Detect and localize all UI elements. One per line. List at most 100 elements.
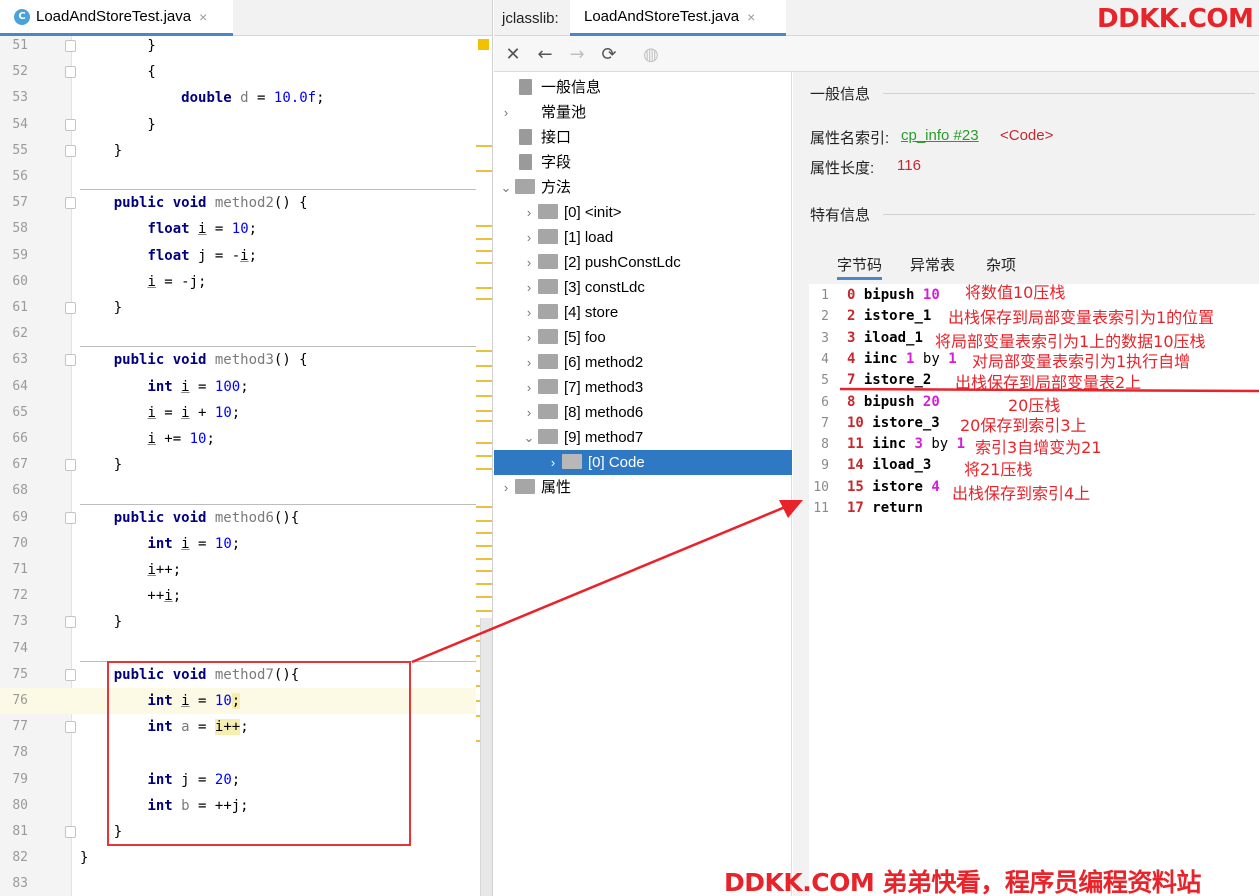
fold-marker-icon[interactable] bbox=[65, 144, 76, 157]
code-line[interactable]: 73 } bbox=[0, 609, 492, 635]
chevron-right-icon[interactable]: › bbox=[520, 350, 538, 375]
stripe-mark[interactable] bbox=[476, 532, 492, 534]
tab-bytecode[interactable]: 字节码 bbox=[837, 254, 883, 280]
chevron-right-icon[interactable]: › bbox=[520, 250, 538, 275]
chevron-right-icon[interactable]: › bbox=[520, 275, 538, 300]
stripe-mark[interactable] bbox=[476, 170, 492, 172]
chevron-right-icon[interactable]: › bbox=[497, 475, 515, 500]
jclasslib-tab-loadandstoretest[interactable]: LoadAndStoreTest.java × bbox=[570, 0, 786, 36]
bytecode-row[interactable]: 68 bipush 20 bbox=[809, 392, 940, 413]
refresh-icon[interactable]: ⟳ bbox=[598, 43, 620, 65]
bytecode-row[interactable]: 10 15 istore 4 bbox=[809, 477, 939, 498]
chevron-down-icon[interactable]: ⌄ bbox=[520, 425, 538, 450]
tree-node[interactable]: › [2] pushConstLdc bbox=[520, 250, 681, 275]
chevron-right-icon[interactable]: › bbox=[497, 100, 515, 125]
stripe-mark[interactable] bbox=[476, 225, 492, 227]
tree-node[interactable]: › 常量池 bbox=[497, 100, 586, 125]
stripe-mark[interactable] bbox=[476, 365, 492, 367]
editor-scroll-thumb[interactable] bbox=[480, 618, 492, 896]
stripe-mark[interactable] bbox=[476, 583, 492, 585]
code-line[interactable]: 69 public void method6(){ bbox=[0, 505, 492, 531]
code-line[interactable]: 55 } bbox=[0, 138, 492, 164]
fold-marker-icon[interactable] bbox=[65, 511, 76, 524]
code-line[interactable]: 65 i = i + 10; bbox=[0, 400, 492, 426]
stripe-mark[interactable] bbox=[476, 468, 492, 470]
code-line[interactable]: 68 bbox=[0, 478, 492, 504]
tree-node[interactable]: › [6] method2 bbox=[520, 350, 643, 375]
stripe-mark[interactable] bbox=[476, 395, 492, 397]
code-line[interactable]: 56 bbox=[0, 164, 492, 190]
tree-node[interactable]: ⌄ 方法 bbox=[497, 175, 571, 200]
cp-info-link[interactable]: cp_info #23 bbox=[901, 127, 979, 144]
tree-node[interactable]: ⌄ [9] method7 bbox=[520, 425, 643, 450]
tree-node[interactable]: › 属性 bbox=[497, 475, 571, 500]
stripe-mark[interactable] bbox=[476, 238, 492, 240]
fold-marker-icon[interactable] bbox=[65, 302, 76, 314]
chevron-right-icon[interactable]: › bbox=[520, 400, 538, 425]
fold-marker-icon[interactable] bbox=[65, 66, 76, 79]
chevron-right-icon[interactable]: › bbox=[520, 200, 538, 225]
tree-node[interactable]: › [0] <init> bbox=[520, 200, 622, 225]
tab-exception-table[interactable]: 异常表 bbox=[910, 254, 955, 280]
stripe-mark[interactable] bbox=[476, 520, 492, 522]
chevron-down-icon[interactable]: ⌄ bbox=[497, 175, 515, 200]
chevron-right-icon[interactable]: › bbox=[544, 450, 562, 475]
fold-marker-icon[interactable] bbox=[65, 668, 76, 681]
stripe-mark[interactable] bbox=[476, 455, 492, 457]
code-line[interactable]: 64 int i = 100; bbox=[0, 374, 492, 400]
fold-marker-icon[interactable] bbox=[65, 721, 76, 734]
inspection-status-icon[interactable] bbox=[478, 39, 489, 50]
stripe-mark[interactable] bbox=[476, 410, 492, 412]
tree-node[interactable]: › [5] foo bbox=[520, 325, 606, 350]
fold-marker-icon[interactable] bbox=[65, 354, 76, 367]
chevron-right-icon[interactable]: › bbox=[520, 325, 538, 350]
fold-marker-icon[interactable] bbox=[65, 40, 76, 52]
code-line[interactable]: 60 i = -j; bbox=[0, 269, 492, 295]
tree-node[interactable]: › [1] load bbox=[520, 225, 613, 250]
stripe-mark[interactable] bbox=[476, 545, 492, 547]
tree-node[interactable]: 字段 bbox=[497, 150, 571, 175]
code-line[interactable]: 54 } bbox=[0, 112, 492, 138]
fold-marker-icon[interactable] bbox=[65, 118, 76, 131]
stripe-mark[interactable] bbox=[476, 570, 492, 572]
bytecode-row[interactable]: 44 iinc 1 by 1 bbox=[809, 349, 956, 370]
code-line[interactable]: 66 i += 10; bbox=[0, 426, 492, 452]
chevron-right-icon[interactable]: › bbox=[520, 300, 538, 325]
tree-node[interactable]: › [7] method3 bbox=[520, 375, 643, 400]
stripe-mark[interactable] bbox=[476, 350, 492, 352]
stripe-mark[interactable] bbox=[476, 380, 492, 382]
stripe-mark[interactable] bbox=[476, 298, 492, 300]
class-structure-tree[interactable]: 一般信息 › 常量池 接口 字段 ⌄ 方法 › [0] <init> › [1] load › [2] … bbox=[494, 72, 792, 896]
tree-node[interactable]: › [8] method6 bbox=[520, 400, 643, 425]
tree-node[interactable]: 接口 bbox=[497, 125, 571, 150]
stripe-mark[interactable] bbox=[476, 506, 492, 508]
fold-marker-icon[interactable] bbox=[65, 197, 76, 210]
bytecode-row[interactable]: 9 14 iload_3 bbox=[809, 455, 931, 476]
code-line[interactable]: 59 float j = -i; bbox=[0, 243, 492, 269]
code-line[interactable]: 53 double d = 10.0f; bbox=[0, 85, 492, 111]
bytecode-row[interactable]: 22 istore_1 bbox=[809, 306, 931, 327]
code-line[interactable]: 63 public void method3() { bbox=[0, 347, 492, 373]
code-line[interactable]: 52 { bbox=[0, 59, 492, 85]
code-line[interactable]: 70 int i = 10; bbox=[0, 531, 492, 557]
code-line[interactable]: 62 bbox=[0, 321, 492, 347]
forward-arrow-icon[interactable]: → bbox=[566, 43, 588, 65]
close-icon[interactable]: × bbox=[199, 9, 207, 25]
stripe-mark[interactable] bbox=[476, 610, 492, 612]
code-line[interactable]: 58 float i = 10; bbox=[0, 216, 492, 242]
tree-node[interactable]: › [4] store bbox=[520, 300, 618, 325]
tab-misc[interactable]: 杂项 bbox=[986, 254, 1016, 280]
stripe-mark[interactable] bbox=[476, 442, 492, 444]
tree-node[interactable]: › [0] Code bbox=[494, 450, 792, 475]
fold-marker-icon[interactable] bbox=[65, 459, 76, 472]
web-globe-icon[interactable]: ◍ bbox=[640, 43, 662, 65]
bytecode-row[interactable]: 8 11 iinc 3 by 1 bbox=[809, 434, 965, 455]
code-line[interactable]: 57 public void method2() { bbox=[0, 190, 492, 216]
stripe-mark[interactable] bbox=[476, 420, 492, 422]
bytecode-row[interactable]: 10 bipush 10 bbox=[809, 285, 940, 306]
bytecode-row[interactable]: 33 iload_1 bbox=[809, 328, 923, 349]
fold-marker-icon[interactable] bbox=[65, 826, 76, 838]
code-line[interactable]: 61 } bbox=[0, 295, 492, 321]
chevron-right-icon[interactable]: › bbox=[520, 225, 538, 250]
code-line[interactable]: 67 } bbox=[0, 452, 492, 478]
